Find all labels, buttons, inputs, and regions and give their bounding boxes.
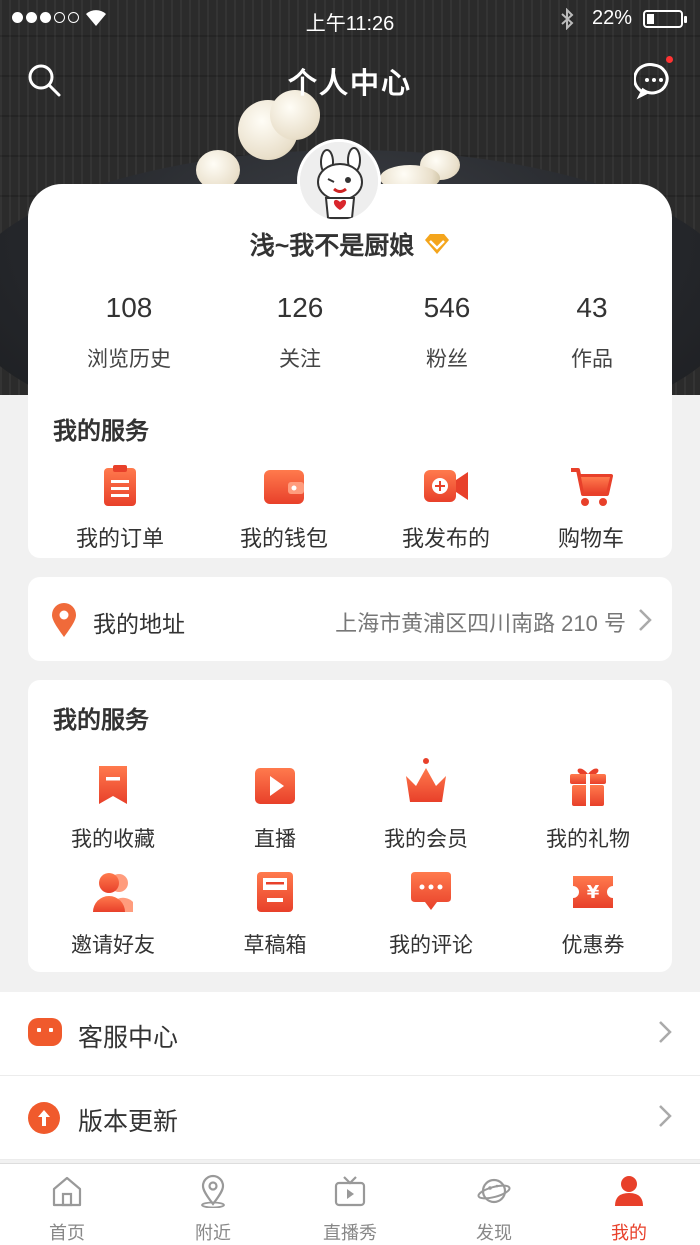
message-icon[interactable] [634,60,674,100]
more-services-card: 我的服务 我的收藏 直播 我的会员 我的礼物 邀请好友 草稿箱 我的评论 ¥ 优… [28,680,672,972]
avatar[interactable] [297,139,381,223]
stat-following[interactable]: 126 关注 [239,292,361,373]
service-coupons[interactable]: ¥ 优惠券 [513,870,673,959]
service-orders[interactable]: 我的订单 [40,464,200,553]
service-favorites[interactable]: 我的收藏 [33,764,193,853]
user-icon [615,1176,643,1206]
nickname: 浅~我不是厨娘 [249,232,415,260]
service-invite[interactable]: 邀请好友 [33,870,193,959]
crown-icon [406,758,446,802]
nickname-row: 浅~我不是厨娘 [0,226,700,262]
address-value: 上海市黄浦区四川南路 210 号 [335,611,626,636]
address-row[interactable]: 我的地址 上海市黄浦区四川南路 210 号 [28,577,672,661]
svg-text:¥: ¥ [587,882,600,903]
address-label: 我的地址 [93,611,185,637]
chevron-right-icon [659,1021,672,1043]
chevron-right-icon [659,1105,672,1127]
home-icon [52,1176,82,1207]
tab-live-show[interactable]: 直播秀 [300,1174,400,1245]
video-add-icon [424,470,468,502]
section-title: 我的服务 [53,707,149,734]
customer-service-icon [28,1018,62,1046]
battery-icon [643,10,687,28]
coupon-icon: ¥ [573,876,613,908]
service-drafts[interactable]: 草稿箱 [195,870,355,959]
location-icon [201,1174,225,1209]
stat-history[interactable]: 108 浏览历史 [68,292,190,373]
page-title: 个人中心 [287,68,412,100]
service-membership[interactable]: 我的会员 [346,758,506,853]
tab-discover[interactable]: 发现 [444,1174,544,1245]
row-version-update[interactable]: 版本更新 [0,1076,700,1160]
service-gifts[interactable]: 我的礼物 [508,764,668,853]
clipboard-icon [104,465,136,506]
drafts-icon [257,872,293,912]
tab-home[interactable]: 首页 [17,1174,117,1245]
invite-icon [93,873,133,912]
planet-icon [477,1178,511,1204]
location-pin-icon [52,603,76,637]
bluetooth-icon [561,8,574,30]
vip-diamond-icon [425,234,450,254]
tab-mine[interactable]: 我的 [579,1174,679,1245]
my-services-card: 我的服务 我的订单 我的钱包 我发布的 购物车 [28,394,672,558]
update-icon [28,1102,60,1134]
play-icon [255,768,295,804]
section-title: 我的服务 [53,418,149,445]
stat-followers[interactable]: 546 粉丝 [386,292,508,373]
service-published[interactable]: 我发布的 [366,464,526,553]
stat-works[interactable]: 43 作品 [531,292,653,373]
notification-dot [666,56,673,63]
bookmark-icon [99,766,127,804]
settings-list: 客服中心 版本更新 [0,992,700,1160]
cart-icon [571,468,613,506]
chevron-right-icon [639,609,652,631]
tab-bar: 首页 附近 直播秀 发现 我的 [0,1163,700,1245]
service-cart[interactable]: 购物车 [511,464,671,553]
comment-icon [411,872,451,910]
status-bar: 上午11:26 22% [0,0,700,38]
service-comments[interactable]: 我的评论 [351,870,511,959]
battery-percent: 22% [592,7,633,29]
service-live[interactable]: 直播 [195,764,355,853]
tv-icon [334,1176,366,1207]
tab-nearby[interactable]: 附近 [163,1174,263,1245]
service-wallet[interactable]: 我的钱包 [204,464,364,553]
wallet-icon [264,470,304,504]
gift-icon [570,768,606,806]
row-customer-service[interactable]: 客服中心 [0,992,700,1076]
